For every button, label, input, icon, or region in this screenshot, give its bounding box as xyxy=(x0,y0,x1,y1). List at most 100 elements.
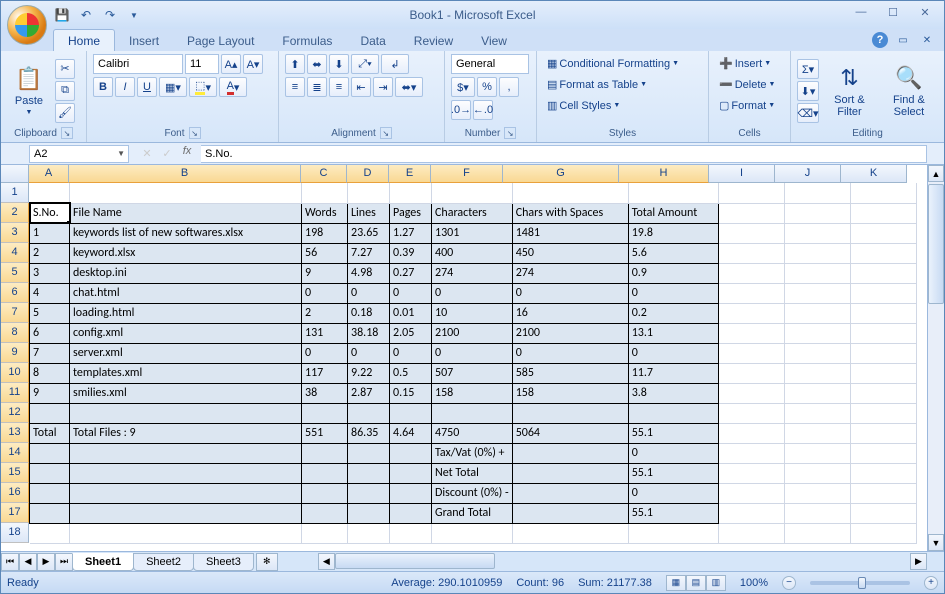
cell-D8[interactable]: 38.18 xyxy=(348,323,390,343)
cell-H15[interactable]: 55.1 xyxy=(628,463,718,483)
cell-I11[interactable] xyxy=(718,383,784,403)
column-header-G[interactable]: G xyxy=(503,165,619,183)
cell-F13[interactable]: 4750 xyxy=(432,423,513,443)
accounting-format-icon[interactable]: $▾ xyxy=(451,77,475,97)
cell-G1[interactable] xyxy=(512,183,628,203)
cell-H11[interactable]: 3.8 xyxy=(628,383,718,403)
cell-E8[interactable]: 2.05 xyxy=(390,323,432,343)
column-header-F[interactable]: F xyxy=(431,165,503,183)
cell-B13[interactable]: Total Files : 9 xyxy=(70,423,302,443)
select-all-corner[interactable] xyxy=(1,165,29,183)
cell-J16[interactable] xyxy=(784,483,850,503)
horizontal-scroll-thumb[interactable] xyxy=(335,553,495,569)
sheet-tab-sheet1[interactable]: Sheet1 xyxy=(72,553,134,571)
cell-I12[interactable] xyxy=(718,403,784,423)
decrease-indent-icon[interactable]: ⇤ xyxy=(351,77,371,97)
row-header-13[interactable]: 13 xyxy=(1,423,29,443)
cell-G14[interactable] xyxy=(512,443,628,463)
cell-F15[interactable]: Net Total xyxy=(432,463,513,483)
cell-F11[interactable]: 158 xyxy=(432,383,513,403)
cell-B17[interactable] xyxy=(70,503,302,523)
conditional-formatting-button[interactable]: ▦Conditional Formatting▼ xyxy=(543,54,683,73)
cell-I17[interactable] xyxy=(718,503,784,523)
cell-G12[interactable] xyxy=(512,403,628,423)
cell-E5[interactable]: 0.27 xyxy=(390,263,432,283)
cell-K3[interactable] xyxy=(850,223,916,243)
cell-C18[interactable] xyxy=(302,523,348,543)
cell-C10[interactable]: 117 xyxy=(302,363,348,383)
zoom-thumb[interactable] xyxy=(858,577,866,589)
cell-K10[interactable] xyxy=(850,363,916,383)
italic-button[interactable]: I xyxy=(115,77,135,97)
wrap-text-icon[interactable]: ↲ xyxy=(381,54,409,74)
cell-F5[interactable]: 274 xyxy=(432,263,513,283)
cell-G3[interactable]: 1481 xyxy=(512,223,628,243)
cell-K8[interactable] xyxy=(850,323,916,343)
doc-close-icon[interactable]: ✕ xyxy=(918,31,936,49)
zoom-percent[interactable]: 100% xyxy=(740,577,768,589)
cell-C3[interactable]: 198 xyxy=(302,223,348,243)
cell-F1[interactable] xyxy=(432,183,513,203)
cell-G5[interactable]: 274 xyxy=(512,263,628,283)
cell-A16[interactable] xyxy=(30,483,70,503)
cell-E14[interactable] xyxy=(390,443,432,463)
row-header-15[interactable]: 15 xyxy=(1,463,29,483)
cell-J2[interactable] xyxy=(784,203,850,223)
cell-C4[interactable]: 56 xyxy=(302,243,348,263)
cell-K11[interactable] xyxy=(850,383,916,403)
cell-K13[interactable] xyxy=(850,423,916,443)
vertical-scroll-thumb[interactable] xyxy=(928,184,944,304)
cell-I8[interactable] xyxy=(718,323,784,343)
cell-D3[interactable]: 23.65 xyxy=(348,223,390,243)
number-dialog-launcher[interactable]: ↘ xyxy=(504,127,516,139)
cell-E3[interactable]: 1.27 xyxy=(390,223,432,243)
cell-A5[interactable]: 3 xyxy=(30,263,70,283)
cell-A1[interactable] xyxy=(30,183,70,203)
align-middle-icon[interactable]: ⬌ xyxy=(307,54,327,74)
cell-J3[interactable] xyxy=(784,223,850,243)
shrink-font-icon[interactable]: A▾ xyxy=(243,54,263,74)
column-header-C[interactable]: C xyxy=(301,165,347,183)
cell-G18[interactable] xyxy=(512,523,628,543)
cell-J8[interactable] xyxy=(784,323,850,343)
cell-B10[interactable]: templates.xml xyxy=(70,363,302,383)
save-icon[interactable]: 💾 xyxy=(53,6,71,24)
cell-A14[interactable] xyxy=(30,443,70,463)
paste-button[interactable]: 📋 Paste ▼ xyxy=(7,63,51,118)
align-left-icon[interactable]: ≡ xyxy=(285,77,305,97)
cell-I4[interactable] xyxy=(718,243,784,263)
cell-F10[interactable]: 507 xyxy=(432,363,513,383)
cell-E7[interactable]: 0.01 xyxy=(390,303,432,323)
align-right-icon[interactable]: ≡ xyxy=(329,77,349,97)
cell-J7[interactable] xyxy=(784,303,850,323)
cell-D7[interactable]: 0.18 xyxy=(348,303,390,323)
cell-A2[interactable]: S.No. xyxy=(30,203,70,223)
cell-A18[interactable] xyxy=(30,523,70,543)
cell-B7[interactable]: loading.html xyxy=(70,303,302,323)
cell-I9[interactable] xyxy=(718,343,784,363)
cell-K7[interactable] xyxy=(850,303,916,323)
cell-J12[interactable] xyxy=(784,403,850,423)
increase-decimal-icon[interactable]: .0→ xyxy=(451,100,471,120)
cell-A9[interactable]: 7 xyxy=(30,343,70,363)
enter-formula-icon[interactable]: ✓ xyxy=(157,145,177,163)
grow-font-icon[interactable]: A▴ xyxy=(221,54,241,74)
cell-B15[interactable] xyxy=(70,463,302,483)
first-sheet-icon[interactable]: ⏮ xyxy=(1,553,19,571)
cell-E15[interactable] xyxy=(390,463,432,483)
row-header-1[interactable]: 1 xyxy=(1,183,29,203)
cell-H12[interactable] xyxy=(628,403,718,423)
align-bottom-icon[interactable]: ⬇ xyxy=(329,54,349,74)
cell-J4[interactable] xyxy=(784,243,850,263)
cell-I3[interactable] xyxy=(718,223,784,243)
cell-G6[interactable]: 0 xyxy=(512,283,628,303)
cell-B14[interactable] xyxy=(70,443,302,463)
page-layout-view-icon[interactable]: ▤ xyxy=(686,575,706,591)
format-cells-button[interactable]: ▢Format▼ xyxy=(715,96,779,115)
delete-cells-button[interactable]: ➖Delete▼ xyxy=(715,75,779,94)
cell-H7[interactable]: 0.2 xyxy=(628,303,718,323)
font-dialog-launcher[interactable]: ↘ xyxy=(189,127,201,139)
cell-C14[interactable] xyxy=(302,443,348,463)
cell-E16[interactable] xyxy=(390,483,432,503)
autosum-icon[interactable]: Σ▾ xyxy=(797,59,819,79)
